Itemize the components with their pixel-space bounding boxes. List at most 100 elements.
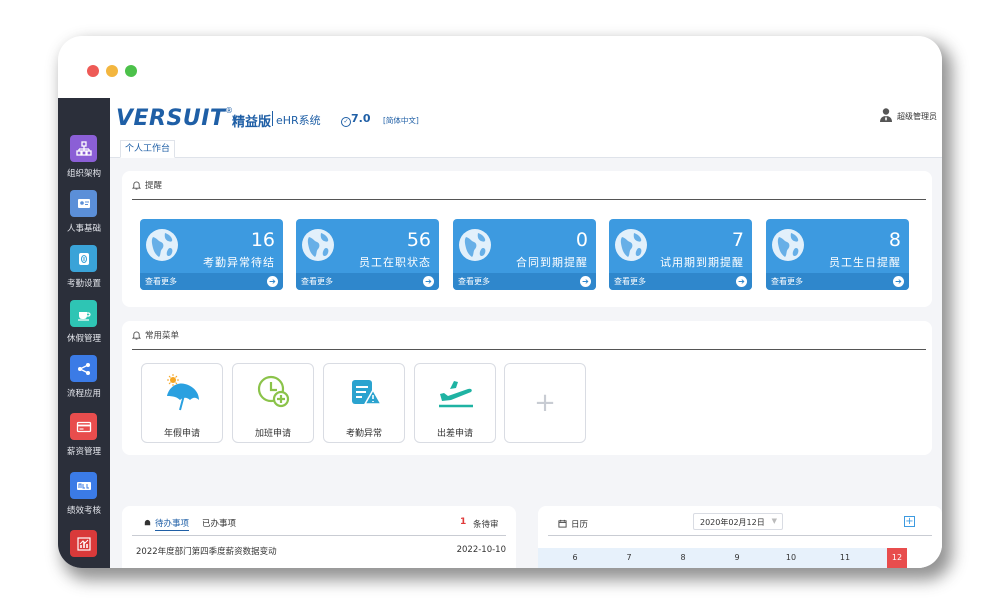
- app-header: VERSUIT ® 精益版 eHR系统 ✓ 7.0 [简体中文] 超级管理员: [110, 98, 942, 138]
- stat-count: 16: [250, 229, 275, 251]
- sidebar-item-label: 人事基础: [66, 224, 101, 234]
- sidebar-item-workflow[interactable]: 流程应用: [58, 355, 110, 410]
- stat-card-contract-expiry[interactable]: 0 合同到期提醒 查看更多 ➔: [453, 219, 596, 290]
- user-avatar-icon[interactable]: [878, 107, 894, 123]
- close-window-button[interactable]: [87, 65, 99, 77]
- arrow-right-icon[interactable]: ➔: [423, 276, 434, 287]
- date-picker-value: 2020年02月12日: [700, 518, 765, 527]
- stat-label: 员工生日提醒: [829, 256, 901, 269]
- stat-card-employment-status[interactable]: 56 员工在职状态 查看更多 ➔: [296, 219, 439, 290]
- org-chart-icon: [70, 135, 97, 162]
- calendar-day[interactable]: 7: [614, 553, 644, 562]
- todo-title: 2022年度部门第四季度薪资数据变动: [136, 547, 277, 557]
- arrow-right-icon[interactable]: ➔: [267, 276, 278, 287]
- sidebar-item-label: 考勤设置: [66, 279, 101, 289]
- menu-annual-leave[interactable]: 年假申请: [141, 363, 223, 443]
- common-menu-panel: 常用菜单 年假申请 加班申请 考勤异常 出差申请 +: [122, 321, 932, 455]
- language-switch[interactable]: [简体中文]: [383, 115, 419, 126]
- stat-card-birthdays[interactable]: 8 员工生日提醒 查看更多 ➔: [766, 219, 909, 290]
- edition-label: 精益版: [232, 115, 272, 130]
- calendar-day-today[interactable]: 12: [882, 553, 912, 562]
- globe-icon: [459, 229, 491, 261]
- calendar-day[interactable]: 8: [668, 553, 698, 562]
- credit-card-icon: [70, 413, 97, 440]
- stat-footer: 查看更多 ➔: [766, 273, 909, 290]
- divider: [548, 535, 932, 536]
- globe-icon: [772, 229, 804, 261]
- divider: [132, 349, 926, 350]
- calendar-day[interactable]: 9: [722, 553, 752, 562]
- menu-label: 加班申请: [254, 429, 291, 439]
- document-warning-icon: [352, 380, 383, 405]
- sidebar-item-leave[interactable]: 休假管理: [58, 300, 110, 355]
- calendar-day[interactable]: 6: [560, 553, 590, 562]
- stat-footer: 查看更多 ➔: [140, 273, 283, 290]
- view-more-link[interactable]: 查看更多: [301, 276, 333, 287]
- version-badge-icon: ✓: [341, 117, 351, 127]
- sidebar-item-label: 绩效考核: [66, 506, 101, 516]
- version-number: 7.0: [351, 112, 371, 125]
- sidebar-item-org[interactable]: 组织架构: [58, 135, 110, 190]
- menu-label: 年假申请: [163, 429, 200, 439]
- globe-icon: [146, 229, 178, 261]
- todo-panel: 待办事项 已办事项 1 条待审 2022年度部门第四季度薪资数据变动 2022-…: [122, 506, 516, 568]
- todo-row[interactable]: 2022年度部门第四季度薪资数据变动 2022-10-10: [132, 543, 506, 561]
- sidebar-item-label: 流程应用: [66, 389, 101, 399]
- view-more-link[interactable]: 查看更多: [458, 276, 490, 287]
- calendar-day[interactable]: 10: [776, 553, 806, 562]
- menu-label: 出差申请: [436, 429, 473, 439]
- view-more-link[interactable]: 查看更多: [145, 276, 177, 287]
- pending-count: 1: [460, 517, 467, 527]
- calendar-title: 日历: [571, 520, 589, 530]
- airplane-icon: [439, 381, 473, 408]
- beach-umbrella-icon: [167, 374, 199, 411]
- main-area: VERSUIT ® 精益版 eHR系统 ✓ 7.0 [简体中文] 超级管理员 个人…: [110, 98, 942, 568]
- tab-done[interactable]: 已办事项: [202, 517, 236, 529]
- menu-attendance-exception[interactable]: 考勤异常: [323, 363, 405, 443]
- sidebar-item-hr-basic[interactable]: 人事基础: [58, 190, 110, 245]
- stat-card-attendance-exceptions[interactable]: 16 考勤异常待结 查看更多 ➔: [140, 219, 283, 290]
- common-menu-header: 常用菜单: [132, 329, 179, 341]
- chevron-down-icon: ▼: [771, 517, 777, 525]
- brand-logo: VERSUIT: [116, 106, 226, 131]
- stat-count: 8: [888, 229, 901, 251]
- calendar-week-strip: 6 7 8 9 10 11 12: [538, 548, 942, 568]
- common-menu-title: 常用菜单: [145, 331, 180, 341]
- arrow-right-icon[interactable]: ➔: [580, 276, 591, 287]
- tab-personal-workbench[interactable]: 个人工作台: [120, 140, 176, 158]
- add-event-button[interactable]: +: [904, 516, 915, 527]
- sidebar-item-reports[interactable]: [58, 530, 110, 568]
- menu-business-trip[interactable]: 出差申请: [414, 363, 496, 443]
- view-more-link[interactable]: 查看更多: [771, 276, 803, 287]
- maximize-window-button[interactable]: [125, 65, 137, 77]
- stat-count: 7: [731, 229, 744, 251]
- version-label: ✓ 7.0: [341, 112, 371, 127]
- reminder-title: 提醒: [145, 181, 163, 191]
- date-picker[interactable]: 2020年02月12日 ▼: [693, 513, 783, 530]
- view-more-link[interactable]: 查看更多: [614, 276, 646, 287]
- window-titlebar: [58, 36, 942, 98]
- add-menu-button[interactable]: +: [504, 363, 586, 443]
- arrow-right-icon[interactable]: ➔: [893, 276, 904, 287]
- clock-add-icon: [257, 375, 290, 408]
- share-icon: [70, 355, 97, 382]
- divider: [132, 199, 926, 200]
- stat-footer: 查看更多 ➔: [296, 273, 439, 290]
- rating-icon: [70, 472, 97, 499]
- tab-pending[interactable]: 待办事项: [155, 517, 190, 531]
- menu-overtime[interactable]: 加班申请: [232, 363, 314, 443]
- arrow-right-icon[interactable]: ➔: [736, 276, 747, 287]
- stat-label: 考勤异常待结: [203, 256, 275, 269]
- user-name[interactable]: 超级管理员: [897, 111, 937, 122]
- calendar-day[interactable]: 11: [830, 553, 860, 562]
- minimize-window-button[interactable]: [106, 65, 118, 77]
- sidebar-item-payroll[interactable]: 薪资管理: [58, 413, 110, 468]
- sidebar-item-performance[interactable]: 绩效考核: [58, 472, 110, 527]
- pending-label: 条待审: [473, 520, 499, 530]
- sidebar-item-attendance-settings[interactable]: 考勤设置: [58, 245, 110, 300]
- app-window: 组织架构 人事基础 考勤设置 休假管理 流程应用 薪资管理 绩效考核 VERSU…: [58, 36, 942, 568]
- stat-card-probation-expiry[interactable]: 7 试用期到期提醒 查看更多 ➔: [609, 219, 752, 290]
- reminder-panel: 提醒 16 考勤异常待结 查看更多 ➔ 56 员工在职状态 查看更多 ➔ 0 合…: [122, 171, 932, 307]
- stat-count: 56: [406, 229, 431, 251]
- divider: [132, 535, 506, 536]
